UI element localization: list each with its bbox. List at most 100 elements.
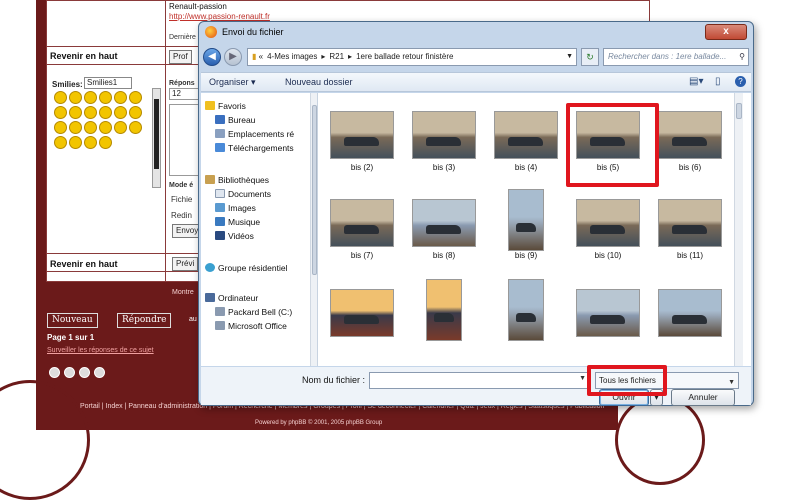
forward-arrow-icon[interactable]: ▶ [224,48,242,66]
file-list-scrollbar[interactable] [734,93,743,366]
cancel-button[interactable]: Annuler [671,389,735,406]
smiley-icon[interactable] [69,106,82,119]
smiley-icon[interactable] [84,106,97,119]
breadcrumb-segment[interactable]: 1ere ballade retour finistère [356,52,453,61]
smilies-scrollbar[interactable] [152,88,161,188]
dialog-titlebar[interactable]: Envoi du fichier x [199,22,753,42]
file-thumbnail[interactable]: bis (6) [651,101,729,191]
nav-computer[interactable]: Ordinateur [205,293,258,303]
file-thumbnail[interactable]: bis (7) [323,189,401,279]
nav-desktop[interactable]: Bureau [215,115,255,125]
breadcrumb-segment[interactable]: « [259,52,263,61]
file-thumbnail[interactable] [405,279,483,366]
file-thumbnail[interactable] [487,279,565,366]
drive-icon [215,321,225,330]
smiley-icon[interactable] [129,121,142,134]
star-icon [205,101,215,110]
mode-label: Mode é [169,182,194,189]
reply-button[interactable]: Répondre [117,313,172,328]
lock-icon[interactable] [79,367,90,378]
breadcrumb-segment[interactable]: 4-Mes images [267,52,317,61]
nav-scrollbar[interactable] [310,93,317,366]
back-to-top-link[interactable]: Revenir en haut [50,51,118,61]
chevron-down-icon[interactable]: ▼ [728,375,735,390]
nav-music[interactable]: Musique [215,217,260,227]
file-thumbnail[interactable]: bis (9) [487,189,565,279]
breadcrumb-segment[interactable]: R21 [329,52,344,61]
smiley-icon[interactable] [99,106,112,119]
file-thumbnail[interactable]: bis (2) [323,101,401,191]
smiley-icon[interactable] [99,136,112,149]
smiley-icon[interactable] [114,106,127,119]
breadcrumb-segment[interactable]: ▸ [321,52,325,61]
nav-recent-places[interactable]: Emplacements ré [215,129,294,139]
file-open-dialog: Envoi du fichier x ◀ ▶ ▮ « 4-Mes images ▸ R… [198,21,754,406]
refresh-icon[interactable]: ↻ [581,48,599,66]
search-icon[interactable]: ⚲ [739,49,745,65]
file-thumbnail[interactable]: bis (11) [651,189,729,279]
smiley-icon[interactable] [99,91,112,104]
nav-drive-c[interactable]: Packard Bell (C:) [215,307,292,317]
music-icon [215,217,225,226]
smiley-icon[interactable] [54,136,67,149]
back-arrow-icon[interactable]: ◀ [203,48,221,66]
preview-button[interactable]: Prévi [172,257,199,271]
smiley-icon[interactable] [69,136,82,149]
photo-preview [494,111,558,159]
nav-pictures[interactable]: Images [215,203,256,213]
preview-pane-icon[interactable]: ▯ [715,76,721,87]
new-topic-button[interactable]: Nouveau [47,313,98,328]
view-options-icon[interactable]: ▤▾ [689,76,703,87]
watch-topic-link[interactable]: Surveiller les réponses de ce sujet [47,347,154,354]
smiley-icon[interactable] [114,91,127,104]
smiley-icon[interactable] [84,121,97,134]
message-textarea[interactable] [169,104,199,176]
smiley-icon[interactable] [129,106,142,119]
smiley-icon[interactable] [54,91,67,104]
move-icon[interactable] [64,367,75,378]
profile-button[interactable]: Prof [169,50,192,64]
file-name-label: bis (11) [676,251,704,260]
smiley-icon[interactable] [129,91,142,104]
search-input[interactable]: Rechercher dans : 1ere ballade... ⚲ [603,48,749,66]
organize-menu[interactable]: Organiser ▾ [209,77,256,88]
filename-input[interactable]: ▼ [369,372,590,389]
smiley-icon[interactable] [84,136,97,149]
file-thumbnail[interactable]: bis (10) [569,189,647,279]
chevron-down-icon[interactable]: ▼ [566,49,573,65]
dialog-body: Favoris Bureau Emplacements ré Télécharg… [201,93,751,366]
new-folder-button[interactable]: Nouveau dossier [285,77,353,87]
file-thumbnail[interactable]: bis (3) [405,101,483,191]
smiley-icon[interactable] [114,121,127,134]
smiley-icon[interactable] [69,121,82,134]
delete-icon[interactable] [49,367,60,378]
help-icon[interactable]: ? [735,76,746,87]
homegroup-icon [205,263,215,272]
back-to-top-link[interactable]: Revenir en haut [50,259,118,269]
signature-url[interactable]: http://www.passion-renault.fr [169,12,270,21]
nav-microsoft-office[interactable]: Microsoft Office [215,321,287,331]
smiley-icon[interactable] [54,121,67,134]
breadcrumb-segment[interactable]: ▸ [348,52,352,61]
nav-downloads[interactable]: Téléchargements [215,143,294,153]
split-icon[interactable] [94,367,105,378]
file-thumbnail[interactable]: bis (8) [405,189,483,279]
nav-videos[interactable]: Vidéos [215,231,254,241]
smiley-icon[interactable] [69,91,82,104]
smilies-select[interactable]: Smilies1 [84,77,132,89]
file-thumbnail[interactable] [651,279,729,366]
nav-homegroup[interactable]: Groupe résidentiel [205,263,287,273]
file-thumbnail[interactable]: bis (4) [487,101,565,191]
breadcrumb[interactable]: ▮ « 4-Mes images ▸ R21 ▸ 1ere ballade retour … [247,48,577,66]
nav-favorites[interactable]: Favoris [205,101,246,111]
smiley-icon[interactable] [54,106,67,119]
nav-libraries[interactable]: Bibliothèques [205,175,269,185]
nav-documents[interactable]: Documents [215,189,271,199]
font-size-select[interactable]: 12 [169,88,199,100]
close-button[interactable]: x [705,24,747,40]
chevron-down-icon[interactable]: ▼ [579,375,586,382]
smiley-icon[interactable] [84,91,97,104]
file-thumbnail[interactable] [323,279,401,366]
file-thumbnail[interactable] [569,279,647,366]
smiley-icon[interactable] [99,121,112,134]
